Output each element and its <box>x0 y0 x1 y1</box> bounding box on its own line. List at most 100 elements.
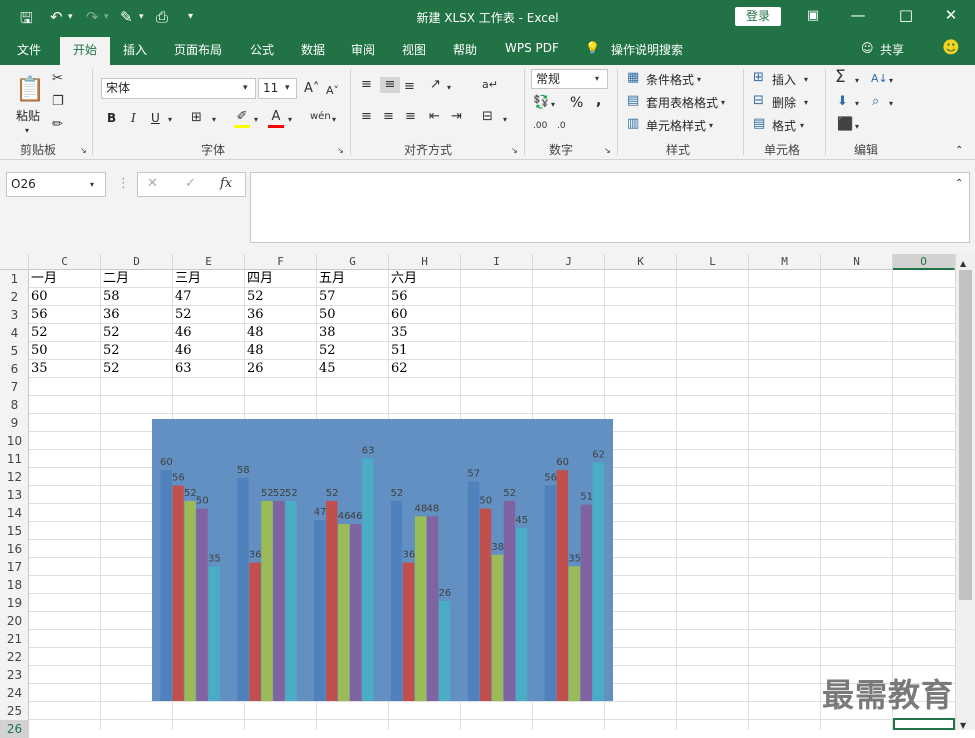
format-painter-icon[interactable]: ✏ <box>52 117 63 133</box>
column-header[interactable]: I <box>461 254 533 270</box>
data-cell[interactable]: 60 <box>389 306 408 324</box>
data-cell[interactable]: 52 <box>101 324 120 342</box>
data-cell[interactable]: 46 <box>173 342 192 360</box>
chart-bar[interactable] <box>261 500 273 701</box>
row-header[interactable]: 4 <box>0 324 29 342</box>
insert-cells-button[interactable]: 插入 <box>772 71 796 88</box>
data-cell[interactable]: 36 <box>245 306 264 324</box>
data-cell[interactable]: 52 <box>29 324 48 342</box>
data-cell[interactable]: 48 <box>245 342 264 360</box>
share-button[interactable]: 共享 <box>880 41 904 58</box>
paste-button-label[interactable]: 粘贴 <box>16 107 40 124</box>
chart-bar[interactable] <box>314 520 326 701</box>
delete-cells-button[interactable]: 删除 <box>772 94 796 111</box>
font-size-select[interactable]: 11 <box>258 78 297 99</box>
font-color-dropdown-icon[interactable]: ▾ <box>288 112 292 128</box>
data-cell[interactable]: 52 <box>317 342 336 360</box>
touch-dropdown-icon[interactable]: ▾ <box>139 12 144 22</box>
clear-icon[interactable]: ⬛ <box>837 117 853 133</box>
row-header[interactable]: 22 <box>0 648 29 666</box>
row-header[interactable]: 11 <box>0 450 29 468</box>
insert-dropdown-icon[interactable]: ▾ <box>804 72 808 88</box>
clipboard-launcher-icon[interactable]: ↘ <box>80 143 87 159</box>
merge-center-icon[interactable]: ⊟ <box>482 109 493 125</box>
data-cell[interactable]: 52 <box>245 288 264 306</box>
cell-styles-dropdown-icon[interactable]: ▾ <box>709 118 713 134</box>
header-cell[interactable]: 二月 <box>101 270 129 288</box>
tab-review[interactable]: 审阅 <box>351 41 375 58</box>
row-header[interactable]: 20 <box>0 612 29 630</box>
data-cell[interactable]: 45 <box>317 360 336 378</box>
font-name-select[interactable]: 宋体 <box>101 78 256 99</box>
conditional-format-dropdown-icon[interactable]: ▾ <box>697 72 701 88</box>
insert-function-button[interactable]: fx <box>220 176 232 192</box>
align-left-icon[interactable]: ≡ <box>361 109 372 125</box>
undo-icon[interactable]: ↶ <box>50 8 63 26</box>
align-middle-icon[interactable]: ≡ <box>380 77 400 93</box>
font-launcher-icon[interactable]: ↘ <box>337 143 344 159</box>
row-header[interactable]: 9 <box>0 414 29 432</box>
comma-button[interactable]: , <box>596 93 601 109</box>
format-cells-button[interactable]: 格式 <box>772 117 796 134</box>
row-header[interactable]: 14 <box>0 504 29 522</box>
autosum-dropdown-icon[interactable]: ▾ <box>855 73 859 89</box>
row-header[interactable]: 16 <box>0 540 29 558</box>
data-cell[interactable]: 52 <box>173 306 192 324</box>
vertical-scrollbar[interactable]: ▲ ▼ <box>955 254 975 730</box>
header-cell[interactable]: 五月 <box>317 270 345 288</box>
chart-bar[interactable] <box>592 462 604 701</box>
smiley-icon[interactable]: ☻ <box>942 38 960 58</box>
row-header[interactable]: 26 <box>0 720 29 738</box>
maximize-icon[interactable]: □ <box>896 6 916 24</box>
cut-icon[interactable]: ✂ <box>52 71 63 87</box>
header-cell[interactable]: 三月 <box>173 270 201 288</box>
align-right-icon[interactable]: ≡ <box>405 109 416 125</box>
paste-dropdown-icon[interactable]: ▾ <box>25 123 29 139</box>
accounting-icon[interactable]: 💱 <box>533 95 549 111</box>
row-header[interactable]: 18 <box>0 576 29 594</box>
header-cell[interactable]: 一月 <box>29 270 57 288</box>
chart-bar[interactable] <box>390 500 403 701</box>
chart-bar[interactable] <box>544 485 556 702</box>
find-dropdown-icon[interactable]: ▾ <box>889 96 893 112</box>
row-header[interactable]: 2 <box>0 288 29 306</box>
chart-bar[interactable] <box>273 500 285 701</box>
find-select-icon[interactable]: ⌕ <box>872 94 879 110</box>
data-cell[interactable]: 38 <box>317 324 336 342</box>
chart-bar[interactable] <box>414 516 427 701</box>
conditional-format-icon[interactable]: ▦ <box>627 70 639 86</box>
touch-mode-icon[interactable]: ✎ <box>120 8 133 26</box>
tab-view[interactable]: 视图 <box>402 41 426 58</box>
tab-insert[interactable]: 插入 <box>123 41 147 58</box>
paste-icon[interactable]: 📋 <box>14 73 46 105</box>
percent-button[interactable]: % <box>570 95 583 111</box>
merge-dropdown-icon[interactable]: ▾ <box>503 112 507 128</box>
data-cell[interactable]: 50 <box>317 306 336 324</box>
row-header[interactable]: 17 <box>0 558 29 576</box>
chart-bar[interactable] <box>362 458 374 702</box>
column-header[interactable]: J <box>533 254 605 270</box>
increase-indent-icon[interactable]: ⇥ <box>451 109 462 125</box>
chart-bar[interactable] <box>438 600 451 701</box>
accounting-dropdown-icon[interactable]: ▾ <box>551 97 555 113</box>
number-format-dropdown-icon[interactable]: ▾ <box>595 71 599 87</box>
chart-bar[interactable] <box>426 516 439 701</box>
data-cell[interactable]: 50 <box>29 342 48 360</box>
sort-filter-dropdown-icon[interactable]: ▾ <box>889 73 893 89</box>
row-header[interactable]: 5 <box>0 342 29 360</box>
scroll-thumb[interactable] <box>959 270 972 600</box>
row-header[interactable]: 1 <box>0 270 29 288</box>
font-size-dropdown-icon[interactable]: ▾ <box>285 80 290 96</box>
chart-bar[interactable] <box>350 524 362 701</box>
name-box-dropdown-icon[interactable]: ▾ <box>90 177 94 193</box>
data-cell[interactable]: 35 <box>29 360 48 378</box>
formula-input[interactable] <box>250 172 970 243</box>
number-launcher-icon[interactable]: ↘ <box>604 143 611 159</box>
chart-bar[interactable] <box>237 477 249 701</box>
column-header[interactable]: D <box>101 254 173 270</box>
data-cell[interactable]: 57 <box>317 288 336 306</box>
underline-dropdown-icon[interactable]: ▾ <box>168 112 172 128</box>
tab-data[interactable]: 数据 <box>301 41 325 58</box>
tab-page-layout[interactable]: 页面布局 <box>174 41 222 58</box>
table-format-icon[interactable]: ▤ <box>627 93 639 109</box>
